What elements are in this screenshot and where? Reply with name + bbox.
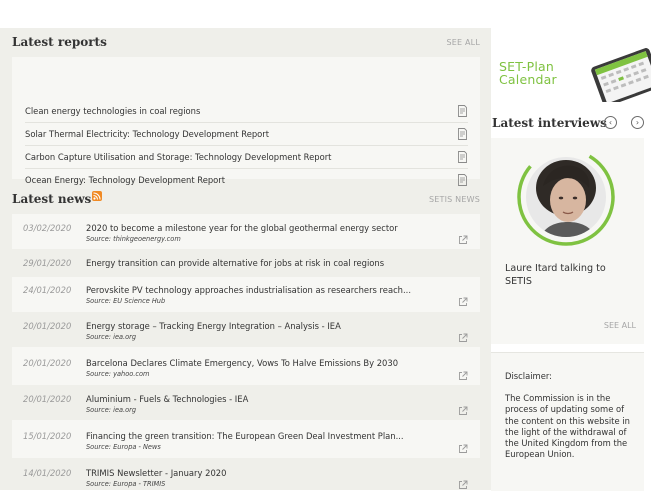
news-title-link[interactable]: Perovskite PV technology approaches indu… [86, 285, 411, 295]
rss-icon[interactable] [92, 191, 103, 201]
interview-card[interactable]: Laure Itard talking to SETIS SEE ALL [491, 138, 644, 344]
news-date: 15/01/2020 [23, 431, 72, 441]
interviews-prev-button[interactable]: ‹ [604, 116, 617, 129]
external-link-icon[interactable] [458, 444, 468, 454]
news-item[interactable]: 20/01/2020 Energy storage – Tracking Ene… [12, 312, 480, 347]
calendar-title[interactable]: SET-Plan Calendar [499, 60, 589, 86]
news-source: Source: Europa - TRIMIS [86, 480, 166, 488]
news-item[interactable]: 29/01/2020 Energy transition can provide… [12, 249, 480, 277]
report-item[interactable]: Clean energy technologies in coal region… [25, 99, 468, 122]
news-item[interactable]: 24/01/2020 Perovskite PV technology appr… [12, 277, 480, 312]
report-item[interactable]: Carbon Capture Utilisation and Storage: … [25, 145, 468, 168]
disclaimer-title: Disclaimer: [505, 371, 552, 381]
disclaimer-text: The Commission is in the process of upda… [505, 393, 630, 460]
external-link-icon[interactable] [458, 235, 468, 245]
news-date: 03/02/2020 [23, 223, 72, 233]
document-icon[interactable] [457, 104, 468, 117]
news-item[interactable]: 14/01/2020 TRIMIS Newsletter - January 2… [12, 458, 480, 490]
news-source: Source: iea.org [86, 406, 137, 414]
news-date: 20/01/2020 [23, 321, 72, 331]
news-item[interactable]: 20/01/2020 Barcelona Declares Climate Em… [12, 347, 480, 385]
reports-see-all-link[interactable]: SEE ALL [446, 38, 480, 47]
news-title-text: Latest news [12, 192, 92, 206]
calendar-line-2: Calendar [499, 72, 557, 87]
news-source: Source: EU Science Hub [86, 297, 166, 305]
news-source: Source: thinkgeoenergy.com [86, 235, 181, 243]
disclaimer-box: Disclaimer: The Commission is in the pro… [491, 352, 644, 491]
main-content: Latest reports SEE ALL Clean energy tech… [0, 28, 491, 490]
news-title-link[interactable]: Barcelona Declares Climate Emergency, Vo… [86, 358, 398, 368]
news-date: 29/01/2020 [23, 258, 72, 268]
news-item[interactable]: 20/01/2020 Aluminium - Fuels & Technolog… [12, 385, 480, 420]
external-link-icon[interactable] [458, 297, 468, 307]
document-icon[interactable] [457, 173, 468, 186]
news-source: Source: iea.org [86, 333, 137, 341]
news-title: Latest news [12, 191, 103, 206]
report-item[interactable]: Solar Thermal Electricity: Technology De… [25, 122, 468, 145]
news-title-link[interactable]: Energy storage – Tracking Energy Integra… [86, 321, 341, 331]
report-title[interactable]: Clean energy technologies in coal region… [25, 106, 200, 116]
setis-news-link[interactable]: SETIS NEWS [429, 195, 480, 204]
external-link-icon[interactable] [458, 480, 468, 490]
news-title-link[interactable]: 2020 to become a milestone year for the … [86, 223, 398, 233]
reports-header: Latest reports SEE ALL [12, 32, 480, 52]
news-title-link[interactable]: Energy transition can provide alternativ… [86, 258, 384, 268]
external-link-icon[interactable] [458, 371, 468, 381]
news-item[interactable]: 15/01/2020 Financing the green transitio… [12, 420, 480, 458]
reports-list: Clean energy technologies in coal region… [12, 57, 480, 186]
chevron-right-icon: › [635, 117, 640, 127]
news-item[interactable]: 03/02/2020 2020 to become a milestone ye… [12, 214, 480, 249]
set-plan-calendar-banner[interactable]: SET-Plan Calendar [491, 28, 651, 108]
interviews-header: Latest interviews ‹ › [492, 112, 651, 134]
report-title[interactable]: Carbon Capture Utilisation and Storage: … [25, 152, 331, 162]
news-title-link[interactable]: Aluminium - Fuels & Technologies - IEA [86, 394, 248, 404]
news-header: Latest news SETIS NEWS [12, 189, 480, 209]
news-date: 14/01/2020 [23, 468, 72, 478]
news-source: Source: Europa - News [86, 443, 161, 451]
interviewee-name[interactable]: Laure Itard talking to SETIS [505, 262, 635, 288]
report-item[interactable]: Ocean Energy: Technology Development Rep… [25, 168, 468, 191]
interviewee-portrait[interactable] [517, 148, 615, 246]
external-link-icon[interactable] [458, 406, 468, 416]
chevron-left-icon: ‹ [608, 117, 613, 127]
news-date: 20/01/2020 [23, 358, 72, 368]
document-icon[interactable] [457, 150, 468, 163]
interviews-title: Latest interviews [492, 116, 607, 130]
tablet-calendar-icon [591, 48, 651, 102]
reports-title: Latest reports [12, 35, 107, 49]
news-source: Source: yahoo.com [86, 370, 150, 378]
news-date: 20/01/2020 [23, 394, 72, 404]
news-title-link[interactable]: Financing the green transition: The Euro… [86, 431, 404, 441]
interviews-next-button[interactable]: › [631, 116, 644, 129]
news-date: 24/01/2020 [23, 285, 72, 295]
document-icon[interactable] [457, 127, 468, 140]
external-link-icon[interactable] [458, 333, 468, 343]
news-title-link[interactable]: TRIMIS Newsletter - January 2020 [86, 468, 226, 478]
report-title[interactable]: Solar Thermal Electricity: Technology De… [25, 129, 269, 139]
report-title[interactable]: Ocean Energy: Technology Development Rep… [25, 175, 225, 185]
interviews-see-all-link[interactable]: SEE ALL [604, 321, 636, 330]
